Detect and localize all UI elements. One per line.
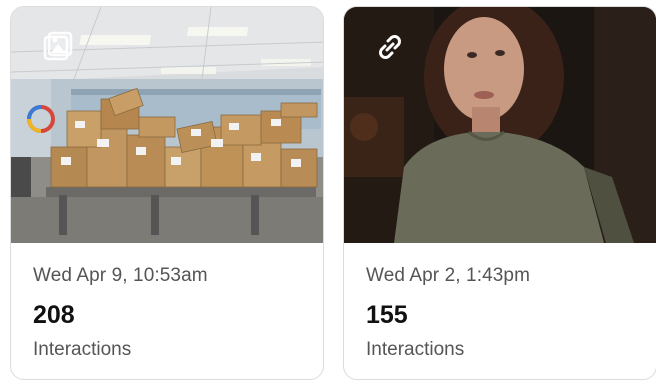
interactions-count: 155 bbox=[366, 301, 408, 329]
post-meta: Wed Apr 9, 10:53am 208 Interactions bbox=[33, 257, 307, 363]
post-thumbnail-person-portrait[interactable] bbox=[344, 7, 656, 243]
image-icon bbox=[43, 31, 73, 61]
post-meta: Wed Apr 2, 1:43pm 155 Interactions bbox=[366, 257, 640, 363]
post-card[interactable]: Wed Apr 9, 10:53am 208 Interactions bbox=[10, 6, 324, 380]
post-date: Wed Apr 2, 1:43pm bbox=[366, 265, 530, 286]
interactions-count: 208 bbox=[33, 301, 75, 329]
link-icon bbox=[379, 35, 401, 59]
post-cards: Wed Apr 9, 10:53am 208 Interactions Wed … bbox=[0, 0, 656, 384]
interactions-label: Interactions bbox=[366, 339, 465, 360]
post-thumbnail-office-boxes[interactable] bbox=[11, 7, 323, 243]
interactions-label: Interactions bbox=[33, 339, 132, 360]
post-card[interactable]: Wed Apr 2, 1:43pm 155 Interactions bbox=[343, 6, 656, 380]
post-date: Wed Apr 9, 10:53am bbox=[33, 265, 208, 286]
